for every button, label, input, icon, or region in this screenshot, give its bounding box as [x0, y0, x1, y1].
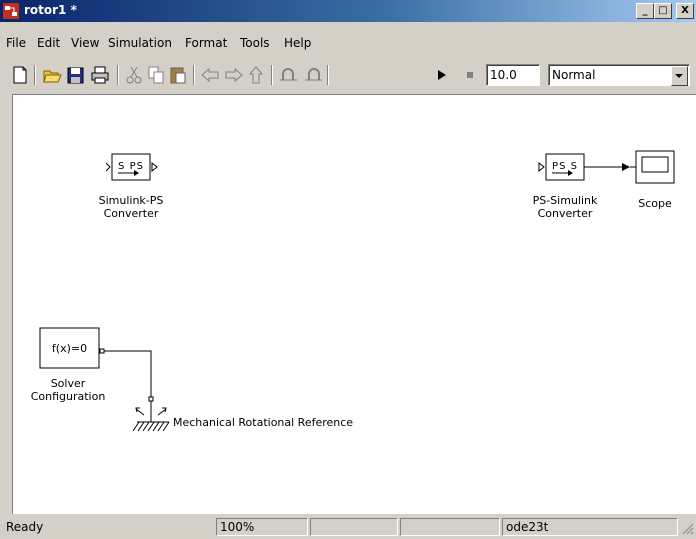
resize-grip-icon[interactable] — [680, 521, 694, 535]
stop-time-input[interactable]: 10.0 — [486, 64, 540, 86]
ps-simulink-label: PS-Simulink Converter — [515, 194, 615, 220]
solver-equation-text: f(x)=0 — [51, 342, 88, 355]
maximize-button[interactable]: □ — [654, 3, 672, 19]
mechanical-rotational-reference-block[interactable] — [132, 396, 170, 432]
canvas-left-strip — [0, 94, 12, 514]
window-title: rotor1 * — [24, 3, 77, 17]
toolbar-separator — [117, 65, 119, 85]
toolbar-separator — [271, 65, 273, 85]
status-solver: ode23t — [502, 518, 678, 536]
signal-line[interactable] — [584, 163, 630, 171]
status-zoom: 100% — [216, 518, 308, 536]
menu-tools[interactable]: Tools — [240, 36, 270, 50]
solver-label-line2: Configuration — [30, 390, 106, 403]
simulink-ps-label: Simulink-PS Converter — [81, 194, 181, 220]
cut-icon[interactable] — [124, 64, 144, 86]
stop-simulation-icon[interactable] — [460, 64, 480, 86]
print-icon[interactable] — [90, 64, 110, 86]
simulation-mode-value: Normal — [552, 68, 596, 82]
minimize-button[interactable]: _ — [636, 3, 654, 19]
title-bar: rotor1 * _ □ X — [0, 0, 696, 22]
undo-icon[interactable] — [279, 64, 299, 86]
scope-block[interactable] — [630, 150, 675, 184]
simulink-app-icon[interactable] — [3, 3, 19, 19]
model-diagram — [39, 150, 675, 432]
mech-ref-label: Mechanical Rotational Reference — [173, 416, 354, 429]
solver-label-line1: Solver — [50, 377, 86, 390]
dropdown-button[interactable] — [671, 66, 688, 86]
ps-simulink-label-line1: PS-Simulink — [532, 194, 598, 207]
toolbar-separator — [34, 65, 36, 85]
toolbar-separator — [193, 65, 195, 85]
menu-edit[interactable]: Edit — [37, 36, 60, 50]
back-arrow-icon[interactable] — [200, 64, 220, 86]
simulink-ps-label-line1: Simulink-PS — [98, 194, 164, 207]
new-model-icon[interactable] — [10, 64, 30, 86]
toolbar: 10.0 Normal — [0, 58, 696, 90]
copy-icon[interactable] — [146, 64, 166, 86]
start-simulation-icon[interactable] — [432, 64, 452, 86]
status-empty-1 — [310, 518, 398, 536]
save-icon[interactable] — [66, 64, 86, 86]
simulink-ps-port-text: S PS — [118, 161, 144, 172]
close-button[interactable]: X — [676, 3, 694, 19]
simulation-mode-select[interactable]: Normal — [548, 64, 690, 86]
open-folder-icon[interactable] — [42, 64, 62, 86]
status-state: Ready — [6, 520, 44, 534]
menu-format[interactable]: Format — [185, 36, 227, 50]
menu-bar: File Edit View Simulation Format Tools H… — [0, 36, 696, 54]
up-arrow-icon[interactable] — [246, 64, 266, 86]
solver-label: Solver Configuration — [13, 377, 123, 403]
chevron-down-icon — [675, 74, 683, 78]
status-bar: Ready 100% ode23t — [0, 515, 696, 539]
model-canvas[interactable]: S PS PS S f(x)=0 Simulink-PS Converter P… — [12, 94, 696, 514]
ps-simulink-label-line2: Converter — [537, 207, 593, 220]
menu-view[interactable]: View — [71, 36, 99, 50]
toolbar-separator — [327, 65, 329, 85]
menu-help[interactable]: Help — [284, 36, 311, 50]
menu-simulation[interactable]: Simulation — [108, 36, 172, 50]
status-empty-2 — [400, 518, 500, 536]
simulink-ps-label-line2: Converter — [103, 207, 159, 220]
redo-icon[interactable] — [303, 64, 323, 86]
ps-simulink-port-text: PS S — [552, 161, 578, 172]
paste-icon[interactable] — [168, 64, 188, 86]
forward-arrow-icon[interactable] — [224, 64, 244, 86]
scope-label: Scope — [638, 197, 672, 210]
menu-file[interactable]: File — [6, 36, 26, 50]
